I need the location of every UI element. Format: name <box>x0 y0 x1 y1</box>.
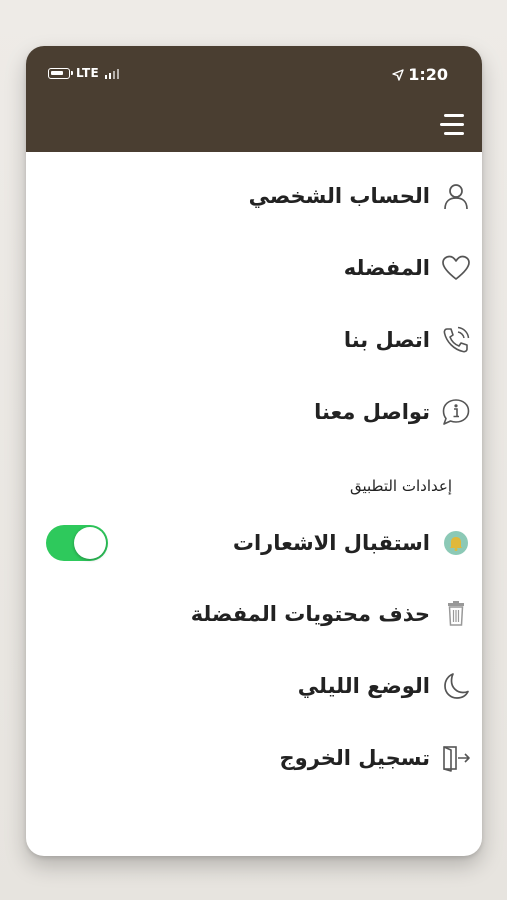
app-header: LTE 1:20 <box>26 46 482 152</box>
settings-section-title: إعدادات التطبيق <box>349 477 452 495</box>
user-icon <box>440 180 472 212</box>
menu-line <box>444 132 464 135</box>
menu-item-label: المفضله <box>343 256 430 280</box>
settings-item-label: استقبال الاشعارات <box>232 531 430 555</box>
menu-list: الحساب الشخصي المفضله اتصل بنا تواصل معن… <box>26 152 482 856</box>
signal-icon <box>104 68 120 79</box>
menu-item-contact[interactable]: تواصل معنا <box>26 384 482 440</box>
status-left: LTE <box>48 66 120 80</box>
hamburger-menu-button[interactable] <box>440 114 464 136</box>
menu-item-call-us[interactable]: اتصل بنا <box>26 312 482 368</box>
logout-icon <box>440 742 472 774</box>
status-bar: LTE 1:20 <box>26 65 482 86</box>
notifications-toggle[interactable] <box>46 525 108 561</box>
settings-item-label: تسجيل الخروج <box>279 746 431 770</box>
trash-icon <box>440 598 472 630</box>
bell-icon <box>440 527 472 559</box>
info-bubble-icon <box>440 396 472 428</box>
menu-item-favorites[interactable]: المفضله <box>26 240 482 296</box>
status-time: 1:20 <box>408 65 448 84</box>
menu-item-label: الحساب الشخصي <box>248 184 430 208</box>
toggle-knob <box>74 527 106 559</box>
settings-item-label: حذف محتويات المفضلة <box>190 602 430 626</box>
status-right: 1:20 <box>392 65 448 84</box>
settings-item-logout[interactable]: تسجيل الخروج <box>26 730 482 786</box>
heart-icon <box>440 252 472 284</box>
network-label: LTE <box>76 66 99 80</box>
menu-line <box>440 123 464 126</box>
app-window: LTE 1:20 الحساب الشخصي المفضله اتصل بنا … <box>26 46 482 856</box>
settings-item-night-mode[interactable]: الوضع الليلي <box>26 658 482 714</box>
battery-icon <box>48 67 73 79</box>
menu-item-label: اتصل بنا <box>343 328 430 352</box>
menu-item-label: تواصل معنا <box>314 400 430 424</box>
moon-icon <box>440 670 472 702</box>
location-arrow-icon <box>392 68 404 81</box>
settings-item-label: الوضع الليلي <box>297 674 430 698</box>
settings-item-clear-favorites[interactable]: حذف محتويات المفضلة <box>26 586 482 642</box>
menu-item-profile[interactable]: الحساب الشخصي <box>26 168 482 224</box>
phone-icon <box>440 324 472 356</box>
menu-line <box>444 114 464 117</box>
